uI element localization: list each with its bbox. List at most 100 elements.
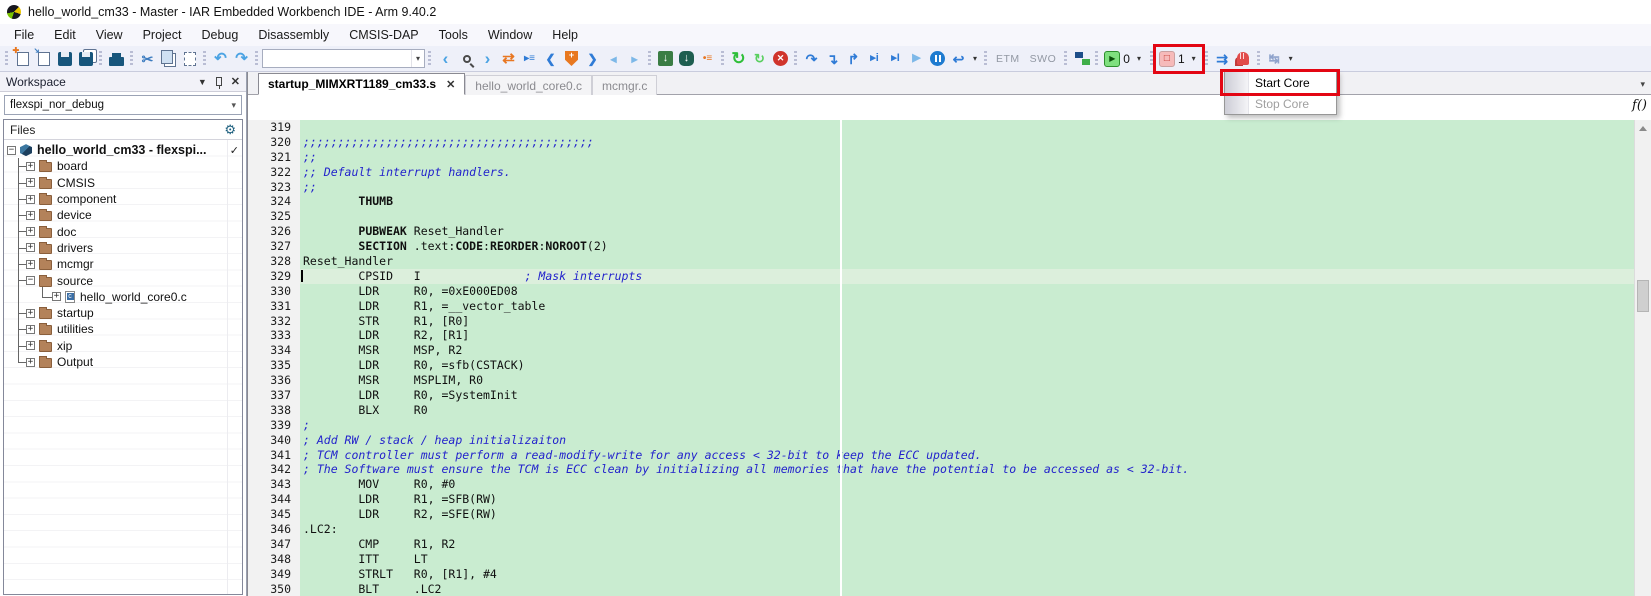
navigate-forward-icon[interactable]: ▸ [624, 49, 645, 69]
code-text[interactable]: LDR R1, =__vector_table [300, 299, 1634, 314]
autostep-icon[interactable]: ↹ [1264, 49, 1285, 69]
expand-icon[interactable]: + [26, 227, 35, 236]
save-all-icon[interactable] [75, 49, 96, 69]
tab-overflow-icon[interactable]: ▾ [1640, 79, 1651, 94]
search-icon[interactable] [456, 49, 477, 69]
code-view[interactable]: 319320;;;;;;;;;;;;;;;;;;;;;;;;;;;;;;;;;;… [248, 120, 1634, 596]
code-text[interactable]: ITT LT [300, 552, 1634, 567]
undo-icon[interactable]: ↶ [210, 49, 231, 69]
expand-icon[interactable]: + [52, 292, 61, 301]
menu-cmsis-dap[interactable]: CMSIS-DAP [339, 25, 428, 45]
step-out-icon[interactable]: ↱ [843, 49, 864, 69]
menu-help[interactable]: Help [542, 25, 588, 45]
code-text[interactable]: LDR R1, =SFB(RW) [300, 492, 1634, 507]
copy-icon[interactable] [158, 49, 179, 69]
reset-icon[interactable]: ↩ [948, 49, 969, 69]
build-configuration-select[interactable]: flexspi_nor_debug ▾ [4, 95, 242, 115]
expand-icon[interactable]: + [26, 243, 35, 252]
navigate-back-icon[interactable]: ◂ [603, 49, 624, 69]
breakpoints-icon[interactable] [1071, 49, 1092, 69]
expand-icon[interactable]: + [26, 341, 35, 350]
break-icon[interactable] [927, 49, 948, 69]
menu-window[interactable]: Window [478, 25, 542, 45]
menu-file[interactable]: File [4, 25, 44, 45]
download-and-debug-icon[interactable]: ↻ [728, 49, 749, 69]
code-text[interactable]: THUMB [300, 194, 1634, 209]
menu-disassembly[interactable]: Disassembly [248, 25, 339, 45]
menu-item-start-core[interactable]: Start Core [1225, 72, 1336, 93]
paste-icon[interactable] [179, 49, 200, 69]
code-text[interactable]: ; Add RW / stack / heap initializaiton [300, 433, 1634, 448]
print-icon[interactable] [106, 49, 127, 69]
stop-core1-button[interactable]: □1▾ [1157, 48, 1202, 70]
collapse-icon[interactable]: − [7, 146, 16, 155]
tab-mcmgr-c[interactable]: mcmgr.c [592, 75, 657, 95]
next-bookmark-icon[interactable]: ❯ [582, 49, 603, 69]
code-text[interactable]: LDR R2, =SFE(RW) [300, 507, 1634, 522]
start-core0-button[interactable]: ▶0▾ [1102, 48, 1147, 70]
run-to-cursor-icon[interactable]: ▸I [885, 49, 906, 69]
restart-debugger-icon[interactable]: ↻ [749, 49, 770, 69]
menu-tools[interactable]: Tools [429, 25, 478, 45]
files-column-header[interactable]: Files ⚙ [4, 120, 242, 140]
code-text[interactable]: .LC2: [300, 522, 1634, 537]
workspace-menu-icon[interactable]: ▼ [198, 77, 207, 87]
menu-edit[interactable]: Edit [44, 25, 86, 45]
code-text[interactable]: LDR R0, =SystemInit [300, 388, 1634, 403]
tree-item-mcmgr[interactable]: +mcmgr [4, 256, 242, 272]
code-text[interactable]: MOV R0, #0 [300, 477, 1634, 492]
debug-dropdown-icon[interactable]: ▾ [969, 54, 981, 63]
tree-item-utilities[interactable]: +utilities [4, 321, 242, 337]
vertical-scrollbar[interactable] [1634, 120, 1651, 596]
tree-item-device[interactable]: +device [4, 207, 242, 223]
code-text[interactable]: PUBWEAK Reset_Handler [300, 224, 1634, 239]
expand-icon[interactable]: + [26, 260, 35, 269]
toggle-bookmark-icon[interactable]: + [561, 49, 582, 69]
download-icon[interactable]: ↓ [676, 49, 697, 69]
chevron-down-icon[interactable]: ▾ [1188, 54, 1200, 63]
code-text[interactable]: ;; [300, 180, 1634, 195]
code-text[interactable]: LDR R2, [R1] [300, 328, 1634, 343]
next-statement-icon[interactable]: ▸i [864, 49, 885, 69]
step-over-icon[interactable]: ↷ [801, 49, 822, 69]
expand-icon[interactable]: + [26, 178, 35, 187]
gear-icon[interactable]: ⚙ [224, 122, 236, 138]
code-text[interactable]: ;; [300, 150, 1634, 165]
chevron-down-icon[interactable]: ▾ [411, 50, 424, 67]
toggle-arrows-icon[interactable]: ⇄ [498, 49, 519, 69]
code-text[interactable]: CMP R1, R2 [300, 537, 1634, 552]
expand-icon[interactable]: + [26, 325, 35, 334]
code-text[interactable]: STRLT R0, [R1], #4 [300, 567, 1634, 582]
expand-icon[interactable]: + [26, 309, 35, 318]
code-text[interactable]: ;;;;;;;;;;;;;;;;;;;;;;;;;;;;;;;;;;;;;;;;… [300, 135, 1634, 150]
previous-bookmark-icon[interactable]: ❮ [540, 49, 561, 69]
swo-trace-button[interactable]: SWO [1025, 53, 1062, 65]
code-text[interactable]: Reset_Handler [300, 254, 1634, 269]
tree-item-board[interactable]: +board [4, 158, 242, 174]
redo-icon[interactable]: ↷ [231, 49, 252, 69]
open-file-icon[interactable] [33, 49, 54, 69]
code-text[interactable]: ; TCM controller must perform a read-mod… [300, 448, 1634, 463]
close-icon[interactable]: ✕ [446, 78, 455, 91]
code-text[interactable]: ; [300, 418, 1634, 433]
code-text[interactable]: ; The Software must ensure the TCM is EC… [300, 462, 1634, 477]
code-text[interactable] [300, 120, 1634, 135]
go-icon[interactable]: ▶ [906, 49, 927, 69]
pin-icon[interactable] [216, 77, 222, 86]
tree-item-doc[interactable]: +doc [4, 223, 242, 239]
expand-icon[interactable]: + [26, 358, 35, 367]
code-text[interactable]: BLT .LC2 [300, 582, 1634, 596]
collapse-icon[interactable]: − [26, 276, 35, 285]
code-text[interactable]: LDR R0, =sfb(CSTACK) [300, 358, 1634, 373]
tree-item-xip[interactable]: +xip [4, 338, 242, 354]
project-options-icon[interactable]: •≡ [697, 49, 718, 69]
code-text[interactable]: STR R1, [R0] [300, 314, 1634, 329]
find-next-icon[interactable]: › [477, 49, 498, 69]
expand-icon[interactable]: + [26, 162, 35, 171]
tree-item-project-root[interactable]: −hello_world_cm33 - flexspi...✓ [4, 142, 242, 158]
tree-item-source[interactable]: −source [4, 272, 242, 288]
tree-item-drivers[interactable]: +drivers [4, 240, 242, 256]
find-previous-icon[interactable]: ‹ [435, 49, 456, 69]
code-text[interactable]: BLX R0 [300, 403, 1634, 418]
code-text[interactable]: MSR MSP, R2 [300, 343, 1634, 358]
